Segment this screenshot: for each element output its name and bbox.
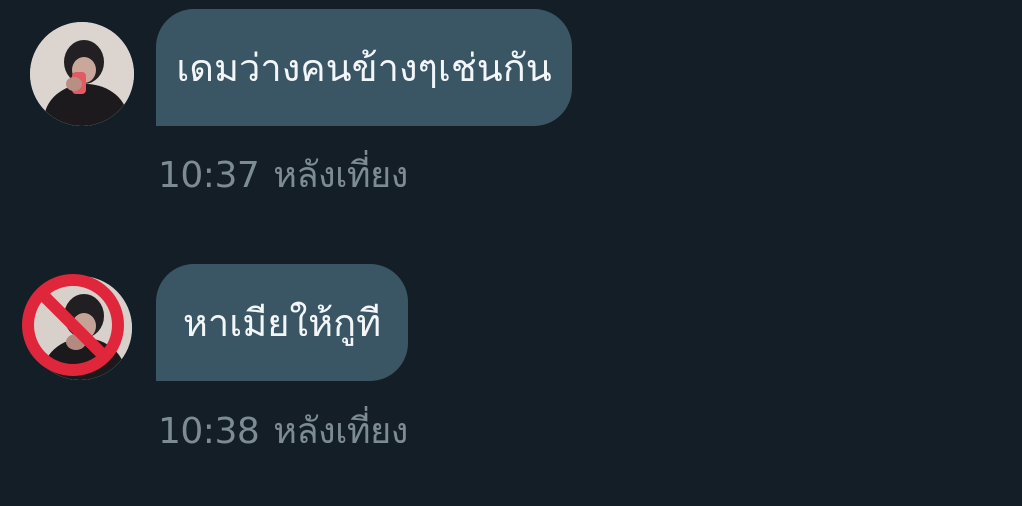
message-bubble[interactable]: หาเมียให้กูที (156, 264, 408, 381)
avatar[interactable] (28, 276, 132, 380)
message-timestamp: 10:38 หลังเที่ยง (158, 402, 408, 459)
chat-thread: เดมว่างคนข้างๆเช่นกัน 10:37 หลังเที่ยง หา… (0, 0, 1022, 506)
profile-photo-icon (28, 276, 132, 380)
period-text: หลังเที่ยง (273, 411, 408, 452)
message-row: หาเมียให้กูที 10:38 หลังเที่ยง (0, 0, 1022, 506)
message-text: หาเมียให้กูที (182, 300, 382, 345)
time-text: 10:38 (158, 411, 260, 452)
